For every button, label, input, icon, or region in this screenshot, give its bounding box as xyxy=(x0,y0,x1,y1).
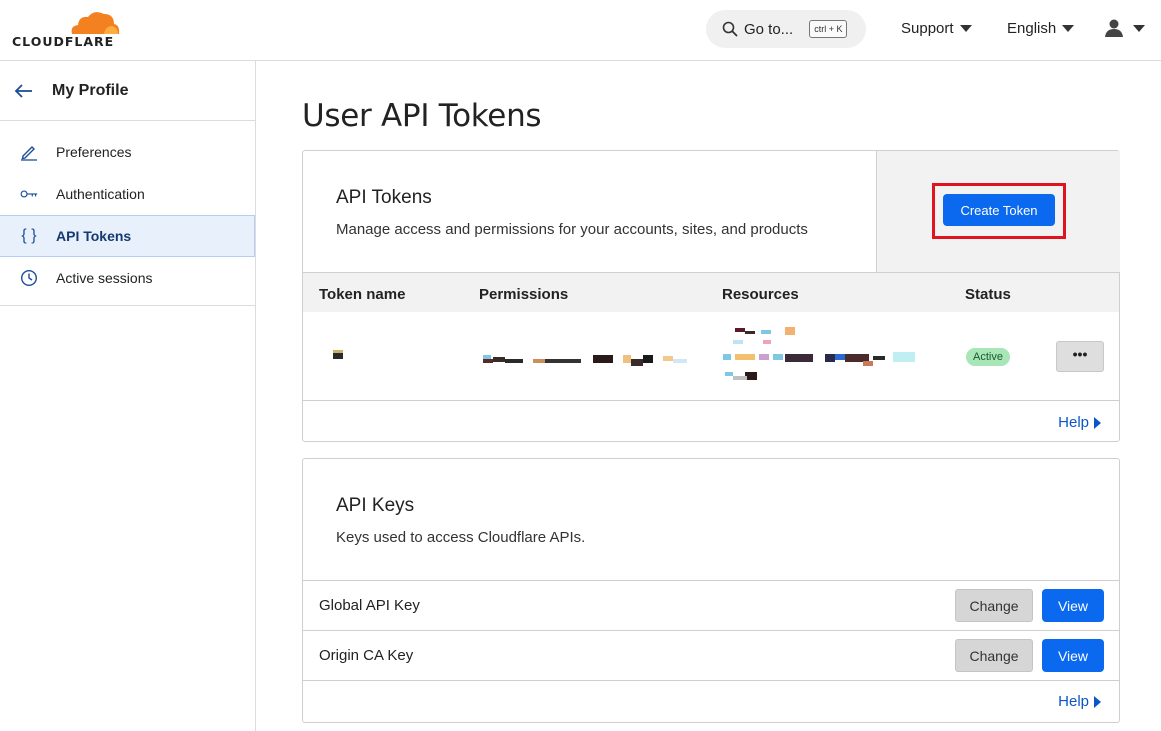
status-badge: Active xyxy=(966,348,1010,366)
view-origin-ca-key-button[interactable]: View xyxy=(1042,639,1104,672)
change-origin-ca-key-button[interactable]: Change xyxy=(955,639,1033,672)
view-global-key-button[interactable]: View xyxy=(1042,589,1104,622)
braces-icon: { } xyxy=(21,227,37,244)
redacted-token-name xyxy=(333,353,343,359)
keys-help-link[interactable]: Help xyxy=(1058,693,1101,710)
api-keys-card: API Keys Keys used to access Cloudflare … xyxy=(302,458,1120,723)
api-tokens-header: API Tokens Manage access and permissions… xyxy=(303,151,876,272)
api-keys-footer: Help xyxy=(303,680,1119,722)
tokens-table-header: Token name Permissions Resources Status xyxy=(303,272,1119,312)
api-key-row-global: Global API Key Change View xyxy=(303,580,1119,630)
sidebar-title: My Profile xyxy=(52,81,129,99)
api-tokens-card: API Tokens Manage access and permissions… xyxy=(302,150,1120,442)
goto-label: Go to... xyxy=(744,20,794,38)
help-label: Help xyxy=(1058,693,1089,710)
column-header: Resources xyxy=(722,286,799,303)
chevron-down-icon xyxy=(1062,25,1075,32)
sidebar-item-label: Preferences xyxy=(56,144,132,160)
pencil-icon xyxy=(20,143,38,161)
chevron-down-icon xyxy=(959,25,972,32)
goto-search[interactable]: Go to... ctrl + K xyxy=(706,10,866,48)
sidebar-item-active-sessions[interactable]: Active sessions xyxy=(0,257,255,299)
back-arrow-icon[interactable] xyxy=(14,83,34,99)
api-key-name: Global API Key xyxy=(319,597,420,614)
cloud-logo-icon xyxy=(71,12,120,34)
user-icon xyxy=(1105,19,1123,37)
key-icon xyxy=(20,185,38,203)
chevron-right-icon xyxy=(1094,416,1101,429)
support-dropdown[interactable]: Support xyxy=(901,20,972,37)
api-tokens-description: Manage access and permissions for your a… xyxy=(336,221,808,238)
language-dropdown[interactable]: English xyxy=(1007,20,1075,37)
sidebar-nav: Preferences Authentication { } API Token… xyxy=(0,121,255,306)
sidebar-item-label: Authentication xyxy=(56,186,145,202)
column-header: Token name xyxy=(319,286,406,303)
logo-wordmark: CLOUDFLARE xyxy=(12,34,115,49)
chevron-down-icon xyxy=(1133,24,1145,32)
language-label: English xyxy=(1007,20,1057,37)
sidebar: My Profile Preferences Authentication { … xyxy=(0,61,256,731)
api-keys-description: Keys used to access Cloudflare APIs. xyxy=(336,529,586,546)
api-tokens-title: API Tokens xyxy=(336,187,432,208)
redacted-resources xyxy=(723,327,915,380)
search-icon xyxy=(722,21,738,37)
sidebar-item-authentication[interactable]: Authentication xyxy=(0,173,255,215)
column-header: Status xyxy=(965,286,1011,303)
change-global-key-button[interactable]: Change xyxy=(955,589,1033,622)
support-label: Support xyxy=(901,20,954,37)
column-header: Permissions xyxy=(479,286,569,303)
shortcut-hint: ctrl + K xyxy=(809,20,848,38)
api-key-name: Origin CA Key xyxy=(319,647,414,664)
clock-icon xyxy=(20,269,38,287)
create-token-button[interactable]: Create Token xyxy=(943,194,1055,226)
more-options-button[interactable]: ••• xyxy=(1056,341,1104,372)
api-keys-title: API Keys xyxy=(336,495,415,516)
user-menu[interactable] xyxy=(1104,18,1145,38)
api-key-row-origin-ca: Origin CA Key Change View xyxy=(303,630,1119,680)
sidebar-header: My Profile xyxy=(0,61,255,121)
sidebar-item-preferences[interactable]: Preferences xyxy=(0,131,255,173)
top-bar: CLOUDFLARE Go to... ctrl + K Support Eng… xyxy=(0,0,1161,61)
cloudflare-logo[interactable]: CLOUDFLARE xyxy=(12,8,122,49)
table-row: Active ••• xyxy=(303,312,1119,401)
api-tokens-action-panel: Create Token xyxy=(876,151,1120,272)
sidebar-item-label: Active sessions xyxy=(56,270,153,286)
sidebar-item-api-tokens[interactable]: { } API Tokens xyxy=(0,215,255,257)
tokens-help-link[interactable]: Help xyxy=(1058,414,1101,431)
redacted-permissions xyxy=(483,355,687,366)
highlight-box: Create Token xyxy=(932,183,1066,239)
help-label: Help xyxy=(1058,414,1089,431)
redacted-token-name xyxy=(333,350,343,353)
page-title: User API Tokens xyxy=(302,98,542,134)
sidebar-item-label: API Tokens xyxy=(56,228,132,244)
chevron-right-icon xyxy=(1094,695,1101,708)
